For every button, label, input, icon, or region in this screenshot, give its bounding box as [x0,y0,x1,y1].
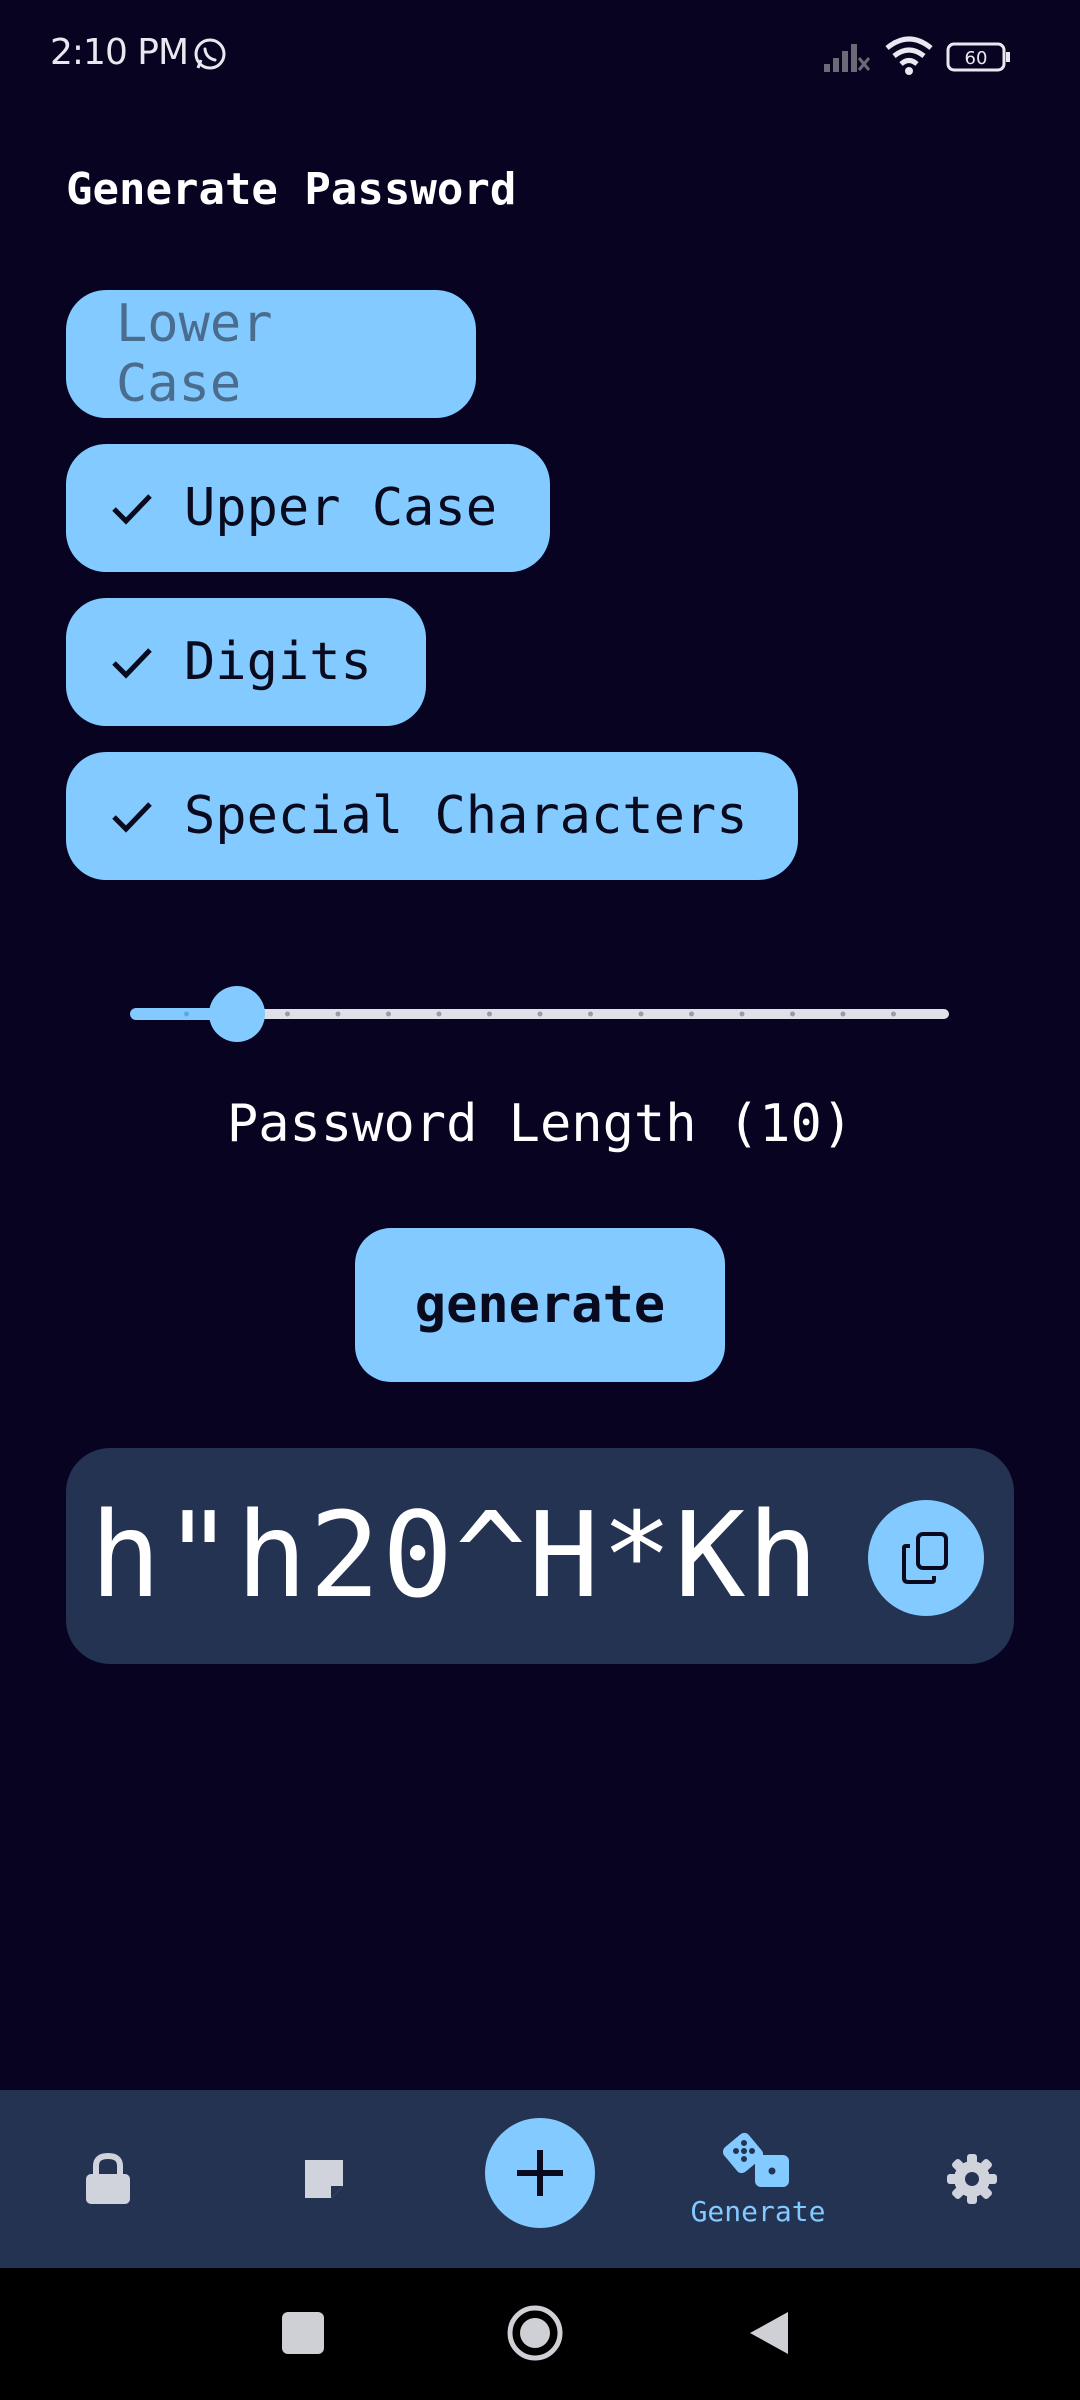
slider-tick [891,1011,896,1017]
slider-tick [689,1011,694,1017]
nav-notes[interactable] [274,2090,374,2268]
check-icon [112,802,152,833]
bottom-navigation: Generate [0,2090,1080,2268]
slider-tick [840,1011,846,1017]
lower-case-chip[interactable]: Lower Case [66,290,476,418]
slider-thumb[interactable] [209,986,265,1042]
system-navigation-bar [0,2268,1080,2400]
slider-tick [487,1011,492,1017]
chip-label: Digits [184,632,372,692]
plus-icon [517,2150,563,2196]
dice-icon [723,2132,789,2187]
wifi-icon [885,36,933,75]
chip-label: Upper Case [184,478,498,538]
whatsapp-icon [194,38,226,70]
check-icon [112,494,152,525]
slider-tick [790,1011,795,1017]
password-length-slider[interactable] [130,980,950,1050]
page-title: Generate Password [66,164,517,215]
slider-tick [537,1011,543,1017]
generate-button[interactable]: generate [355,1228,725,1382]
nav-vault[interactable] [58,2090,158,2268]
digits-chip[interactable]: Digits [66,598,426,726]
nav-add-button[interactable] [485,2118,595,2228]
recent-apps-button[interactable] [282,2312,324,2354]
copy-button[interactable] [868,1500,984,1616]
battery-icon: 60 [946,42,1010,72]
signal-icon [824,44,871,72]
nav-generate[interactable]: Generate [680,2090,836,2268]
nav-settings[interactable] [922,2090,1022,2268]
slider-tick [386,1011,391,1017]
chip-label: Special Characters [184,786,748,846]
slider-tick [184,1011,189,1017]
slider-tick [739,1011,745,1017]
slider-tick [638,1011,644,1017]
lock-icon [86,2152,130,2204]
slider-tick [335,1011,341,1017]
slider-tick [285,1011,290,1017]
gear-icon [947,2154,997,2204]
chip-label: Lower Case [116,294,273,414]
nav-generate-label: Generate [690,2194,826,2228]
status-time: 2:10 PM [50,32,189,73]
slider-tick [588,1011,593,1017]
special-characters-chip[interactable]: Special Characters [66,752,798,880]
back-button[interactable] [744,2308,794,2358]
password-length-label: Password Length (10) [226,1094,854,1154]
status-bar: 2:10 PM 60 [0,0,1080,110]
copy-icon [902,1532,948,1584]
note-icon [305,2160,343,2198]
home-button[interactable] [506,2304,564,2362]
slider-tick [436,1011,442,1017]
generated-password: h"h20^H*Kh [90,1486,821,1624]
check-icon [112,648,152,679]
upper-case-chip[interactable]: Upper Case [66,444,550,572]
password-card: h"h20^H*Kh [66,1448,1014,1664]
battery-level: 60 [965,48,988,69]
